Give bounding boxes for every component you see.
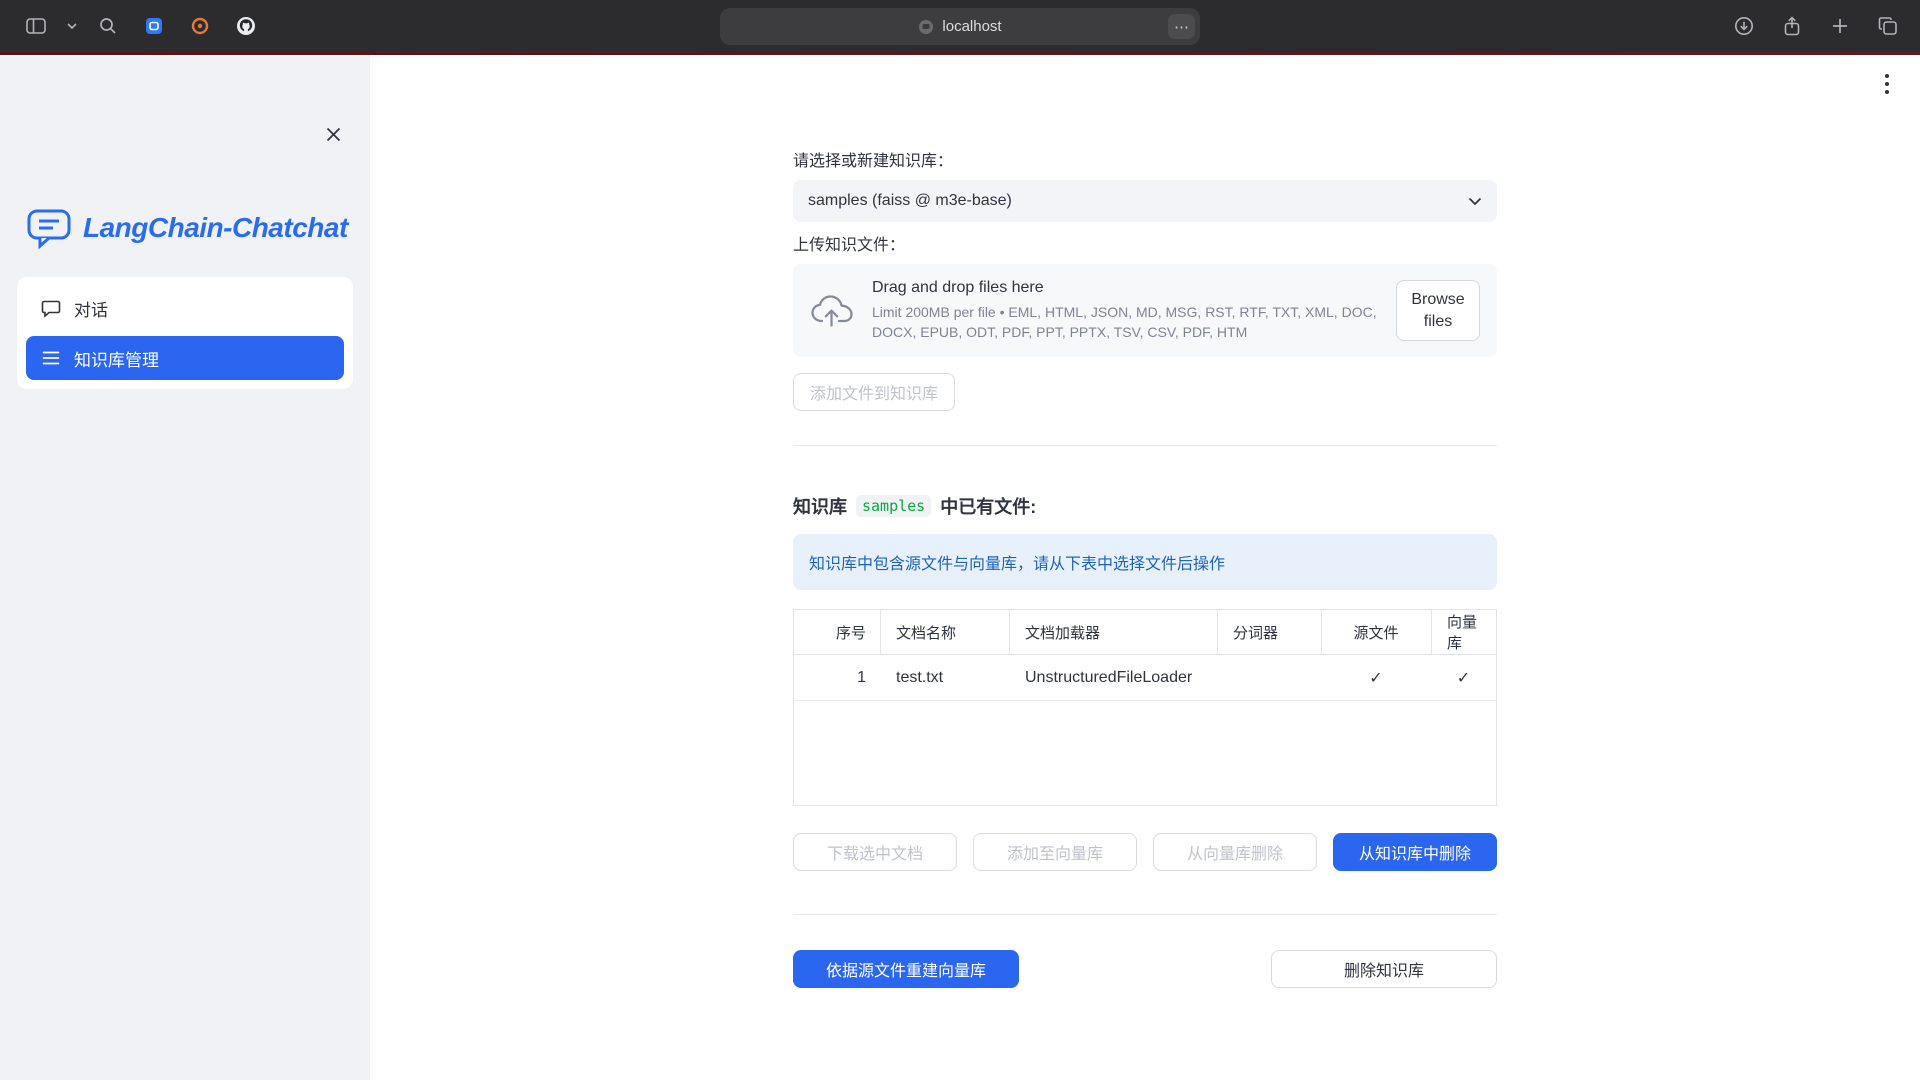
- upload-label: 上传知识文件：: [793, 235, 1497, 256]
- cell-vector-store-check: ✓: [1431, 655, 1496, 700]
- site-favicon: [918, 19, 934, 35]
- cell-splitter: [1217, 655, 1321, 700]
- cell-index: 1: [794, 655, 880, 700]
- browse-files-button[interactable]: Browse files: [1396, 280, 1480, 341]
- col-header-index: 序号: [794, 610, 880, 654]
- main-area: 请选择或新建知识库： samples (faiss @ m3e-base) 上传…: [370, 55, 1920, 1080]
- browser-toolbar: localhost ⋯: [0, 0, 1920, 52]
- kb-select-label: 请选择或新建知识库：: [793, 151, 1497, 172]
- kb-selectbox[interactable]: samples (faiss @ m3e-base): [793, 180, 1497, 222]
- sidebar-nav: 对话 知识库管理: [17, 277, 353, 389]
- share-icon[interactable]: [1774, 10, 1810, 42]
- app-logo: LangChain-Chatchat: [26, 207, 348, 249]
- dropzone-limit-text: Limit 200MB per file • EML, HTML, JSON, …: [872, 302, 1378, 342]
- cell-filename: test.txt: [880, 655, 1009, 700]
- col-header-filename: 文档名称: [880, 610, 1009, 654]
- knowledge-base-icon: [41, 348, 61, 368]
- file-dropzone[interactable]: Drag and drop files here Limit 200MB per…: [793, 264, 1497, 357]
- cloud-upload-icon: [810, 294, 854, 328]
- col-header-loader: 文档加载器: [1009, 610, 1217, 654]
- download-selected-button[interactable]: 下载选中文档: [793, 833, 957, 871]
- table-header-row: 序号 文档名称 文档加载器 分词器 源文件 向量库: [794, 610, 1496, 655]
- chat-bubble-icon: [41, 298, 61, 318]
- sidebar-close-icon[interactable]: [316, 117, 350, 151]
- add-to-vector-store-button[interactable]: 添加至向量库: [973, 833, 1137, 871]
- page-settings-icon[interactable]: ⋯: [1168, 14, 1195, 39]
- rebuild-vector-store-button[interactable]: 依据源文件重建向量库: [793, 950, 1019, 988]
- table-row[interactable]: 1 test.txt UnstructuredFileLoader ✓ ✓: [794, 655, 1496, 701]
- col-header-splitter: 分词器: [1217, 610, 1321, 654]
- files-table: 序号 文档名称 文档加载器 分词器 源文件 向量库 1 test.txt Uns…: [793, 609, 1497, 806]
- extension-blue-icon[interactable]: [136, 10, 172, 42]
- sidebar-item-label: 对话: [74, 296, 108, 321]
- delete-from-kb-button[interactable]: 从知识库中删除: [1333, 833, 1497, 871]
- sidebar-item-knowledge-base[interactable]: 知识库管理: [26, 336, 344, 380]
- github-extension-icon[interactable]: [228, 10, 264, 42]
- cell-loader: UnstructuredFileLoader: [1009, 655, 1217, 700]
- content-column: 请选择或新建知识库： samples (faiss @ m3e-base) 上传…: [793, 55, 1497, 988]
- logo-chat-bubble-icon: [26, 207, 72, 249]
- info-banner: 知识库中包含源文件与向量库，请从下表中选择文件后操作: [793, 534, 1497, 590]
- address-bar-url: localhost: [942, 18, 1001, 35]
- sidebar-item-label: 知识库管理: [74, 346, 159, 371]
- kb-files-heading: 知识库 samples 中已有文件:: [793, 493, 1497, 519]
- main-menu-icon[interactable]: [1872, 69, 1902, 99]
- col-header-source-file: 源文件: [1321, 610, 1431, 654]
- sidebar-item-dialogue[interactable]: 对话: [26, 286, 344, 330]
- address-bar[interactable]: localhost ⋯: [720, 8, 1200, 45]
- kb-selectbox-value: samples (faiss @ m3e-base): [808, 192, 1012, 210]
- delete-kb-button[interactable]: 删除知识库: [1271, 950, 1497, 988]
- kb-heading-prefix: 知识库: [793, 493, 847, 519]
- sidebar-toggle-icon[interactable]: [18, 10, 54, 42]
- kb-action-buttons: 依据源文件重建向量库 删除知识库: [793, 950, 1497, 988]
- new-tab-icon[interactable]: [1822, 10, 1858, 42]
- logo-text: LangChain-Chatchat: [83, 212, 348, 244]
- table-empty-area: [794, 701, 1496, 805]
- dropzone-title: Drag and drop files here: [872, 279, 1378, 297]
- chevron-down-icon[interactable]: [64, 10, 80, 42]
- selectbox-chevron-icon: [1468, 197, 1482, 206]
- kb-name-code: samples: [856, 495, 931, 517]
- delete-from-vector-store-button[interactable]: 从向量库删除: [1153, 833, 1317, 871]
- tab-overview-icon[interactable]: [1870, 10, 1906, 42]
- extension-orange-icon[interactable]: [182, 10, 218, 42]
- divider: [793, 445, 1497, 446]
- search-icon[interactable]: [90, 10, 126, 42]
- add-files-button[interactable]: 添加文件到知识库: [793, 373, 955, 411]
- divider: [793, 914, 1497, 915]
- col-header-vector-store: 向量库: [1431, 610, 1496, 654]
- kb-heading-suffix: 中已有文件:: [940, 493, 1036, 519]
- file-action-buttons: 下载选中文档 添加至向量库 从向量库删除 从知识库中删除: [793, 833, 1497, 871]
- sidebar: LangChain-Chatchat 对话: [0, 55, 370, 1080]
- cell-source-file-check: ✓: [1321, 655, 1431, 700]
- downloads-icon[interactable]: [1726, 10, 1762, 42]
